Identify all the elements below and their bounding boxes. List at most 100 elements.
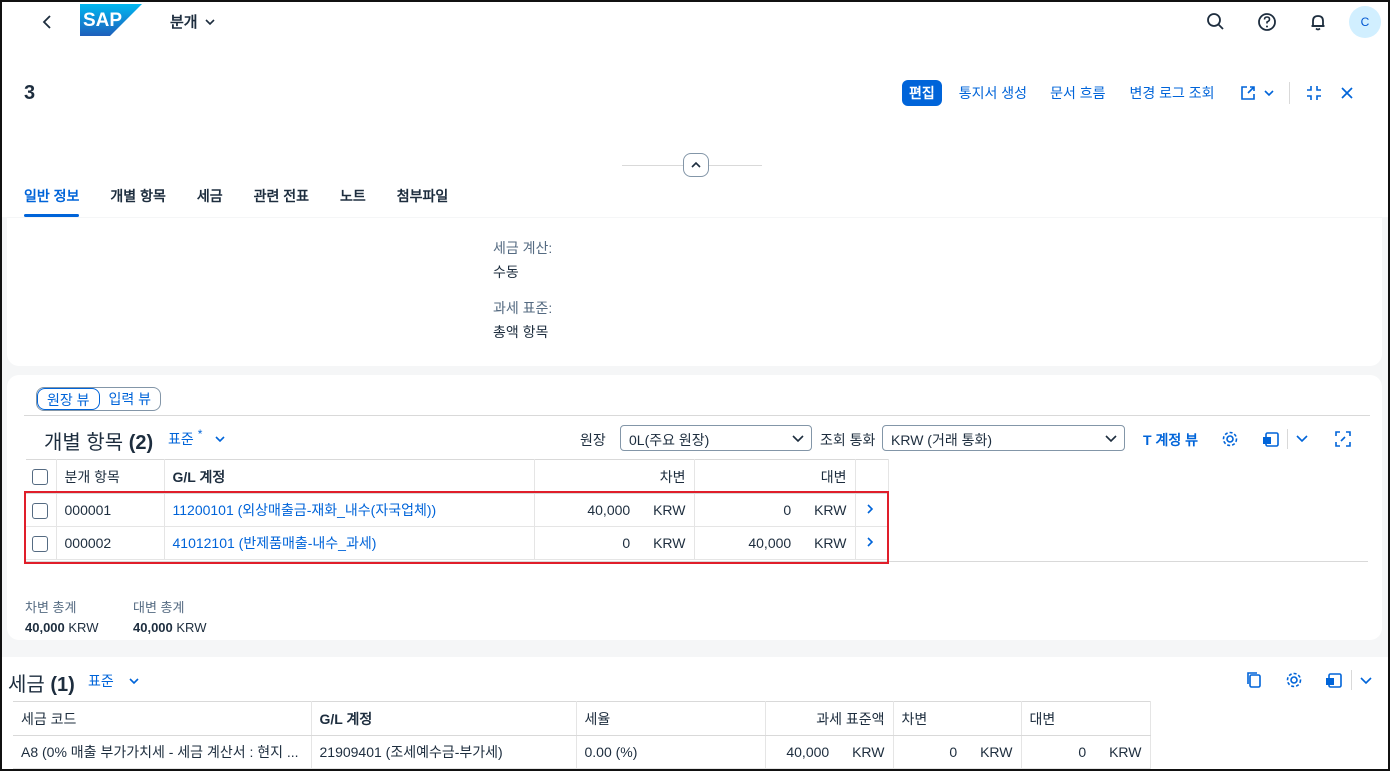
tab-related-documents[interactable]: 관련 전표 bbox=[254, 186, 309, 217]
divider bbox=[1351, 670, 1352, 690]
column-header-gl[interactable]: G/L 계정 bbox=[311, 701, 577, 736]
copy-icon[interactable] bbox=[1244, 670, 1264, 690]
bell-icon[interactable] bbox=[1306, 10, 1330, 34]
gear-icon[interactable] bbox=[1284, 670, 1304, 690]
chevron-down-icon bbox=[215, 436, 226, 443]
rate-cell: 0.00 (%) bbox=[576, 735, 766, 769]
debit-total-label: 차변 총계 bbox=[25, 600, 77, 615]
collapse-header-button[interactable] bbox=[683, 153, 709, 177]
line-items-title: 개별 항목 (2) bbox=[44, 426, 153, 455]
credit-cell: 0 KRW bbox=[1021, 735, 1151, 769]
avatar[interactable]: C bbox=[1349, 6, 1381, 38]
line-items-count: (2) bbox=[128, 432, 154, 454]
ledger-view-button[interactable]: 원장 뷰 bbox=[37, 388, 100, 410]
general-info-section: 세금 계산: 수동 과세 표준: 총액 항목 bbox=[7, 218, 1382, 366]
tax-table: 세금 코드 G/L 계정 세율 과세 표준액 차변 대변 A8 (0% 매출 부… bbox=[13, 701, 1151, 769]
credit-total: 대변 총계 40,000 KRW bbox=[133, 597, 207, 635]
column-header-credit[interactable]: 대변 bbox=[694, 459, 856, 494]
chevron-down-icon bbox=[205, 18, 215, 25]
column-header-gl[interactable]: G/L 계정 bbox=[164, 459, 535, 494]
app-frame: SAP 분개 C 3 편집 통지서 생성 문서 흐름 변경 로그 조회 일반 정… bbox=[0, 0, 1390, 771]
column-header-base[interactable]: 과세 표준액 bbox=[765, 701, 894, 736]
tab-attachments[interactable]: 첨부파일 bbox=[397, 186, 449, 217]
shell-bar: SAP 분개 C bbox=[2, 2, 1388, 42]
column-header-tax-code[interactable]: 세금 코드 bbox=[13, 701, 312, 736]
back-icon[interactable] bbox=[38, 12, 58, 32]
currency-select[interactable]: KRW (거래 통화) bbox=[882, 425, 1125, 451]
table-header-row: 분개 항목 G/L 계정 차변 대변 bbox=[26, 459, 889, 494]
chevron-down-icon[interactable] bbox=[1295, 431, 1309, 445]
ledger-select-value: 0L(주요 원장) bbox=[629, 432, 710, 448]
tab-tax[interactable]: 세금 bbox=[197, 186, 223, 217]
debit-cell: 0 KRW bbox=[893, 735, 1022, 769]
tax-calc-label: 세금 계산: bbox=[493, 240, 553, 256]
base-currency: KRW bbox=[852, 744, 885, 760]
variant-label: 표준 bbox=[168, 431, 194, 447]
help-icon[interactable] bbox=[1255, 10, 1279, 34]
variant-selector[interactable]: 표준 * bbox=[168, 427, 226, 449]
credit-currency: KRW bbox=[1109, 744, 1142, 760]
close-icon[interactable] bbox=[1339, 85, 1355, 101]
column-header-rate[interactable]: 세율 bbox=[576, 701, 766, 736]
export-icon[interactable] bbox=[1261, 429, 1281, 449]
change-log-button[interactable]: 변경 로그 조회 bbox=[1129, 83, 1214, 103]
column-header-item[interactable]: 분개 항목 bbox=[56, 459, 165, 494]
create-notice-button[interactable]: 통지서 생성 bbox=[959, 83, 1027, 103]
ledger-label: 원장 bbox=[580, 432, 606, 448]
highlight-box bbox=[24, 491, 889, 564]
export-icon[interactable] bbox=[1324, 670, 1344, 690]
divider bbox=[1288, 82, 1290, 104]
tax-calc-value: 수동 bbox=[493, 264, 519, 280]
column-header-credit[interactable]: 대변 bbox=[1021, 701, 1151, 736]
tax-count: (1) bbox=[50, 674, 75, 696]
chevron-down-icon bbox=[129, 678, 139, 685]
fullscreen-icon[interactable] bbox=[1333, 429, 1353, 449]
exit-fullscreen-icon[interactable] bbox=[1305, 84, 1323, 102]
tab-line-items[interactable]: 개별 항목 bbox=[110, 186, 165, 217]
search-icon[interactable] bbox=[1204, 10, 1228, 34]
chevron-down-icon[interactable] bbox=[1359, 673, 1373, 687]
chevron-down-icon bbox=[1105, 435, 1117, 443]
tab-notes[interactable]: 노트 bbox=[340, 186, 366, 217]
debit-total-currency: KRW bbox=[68, 620, 99, 635]
entry-view-button[interactable]: 입력 뷰 bbox=[100, 388, 161, 410]
tab-general-info[interactable]: 일반 정보 bbox=[24, 186, 80, 217]
gear-icon[interactable] bbox=[1220, 429, 1240, 449]
header-actions: 편집 통지서 생성 문서 흐름 변경 로그 조회 bbox=[902, 80, 1355, 106]
select-all-checkbox[interactable] bbox=[32, 469, 48, 486]
tax-base-label: 과세 표준: bbox=[493, 300, 553, 316]
app-title-menu[interactable]: 분개 bbox=[170, 11, 216, 32]
column-header-nav bbox=[855, 459, 889, 494]
chevron-up-icon bbox=[691, 161, 701, 168]
tax-variant-selector[interactable]: 표준 bbox=[88, 671, 140, 691]
column-header-debit[interactable]: 차변 bbox=[534, 459, 695, 494]
t-account-view-button[interactable]: T 계정 뷰 bbox=[1143, 430, 1198, 450]
debit-total: 차변 총계 40,000 KRW bbox=[25, 597, 99, 635]
document-flow-button[interactable]: 문서 흐름 bbox=[1050, 83, 1105, 103]
base-amount: 40,000 bbox=[786, 744, 830, 760]
gl-cell: 21909401 (조세예수금-부가세) bbox=[311, 735, 577, 769]
ledger-select[interactable]: 0L(주요 원장) bbox=[620, 425, 812, 451]
divider bbox=[1287, 429, 1288, 449]
chevron-down-icon bbox=[792, 435, 804, 443]
table-row[interactable]: A8 (0% 매출 부가가치세 - 세금 계산서 : 현지 ... 219094… bbox=[13, 735, 1151, 769]
edit-button[interactable]: 편집 bbox=[902, 80, 942, 106]
view-toggle: 원장 뷰 입력 뷰 bbox=[36, 387, 162, 411]
column-header-debit[interactable]: 차변 bbox=[893, 701, 1022, 736]
sap-logo: SAP bbox=[80, 4, 142, 36]
divider bbox=[24, 415, 1370, 416]
line-items-title-text: 개별 항목 bbox=[44, 432, 124, 454]
app-title: 분개 bbox=[170, 14, 198, 31]
tax-section: 세금 (1) 표준 세금 코드 G/L 계정 세율 과세 표준액 차변 대변 A… bbox=[2, 657, 1388, 769]
credit-amount: 0 bbox=[1078, 744, 1087, 760]
tax-variant-label: 표준 bbox=[88, 673, 114, 689]
share-menu-button[interactable] bbox=[1239, 84, 1275, 102]
chevron-down-icon bbox=[1263, 90, 1274, 97]
tax-base-value: 총액 항목 bbox=[493, 324, 549, 340]
variant-modified-marker: * bbox=[197, 427, 203, 441]
tab-bar: 일반 정보 개별 항목 세금 관련 전표 노트 첨부파일 bbox=[24, 186, 479, 217]
page-title: 3 bbox=[24, 82, 36, 104]
currency-label: 조회 통화 bbox=[820, 432, 876, 448]
tax-title: 세금 (1) bbox=[8, 668, 75, 697]
debit-total-value: 40,000 bbox=[25, 620, 65, 635]
